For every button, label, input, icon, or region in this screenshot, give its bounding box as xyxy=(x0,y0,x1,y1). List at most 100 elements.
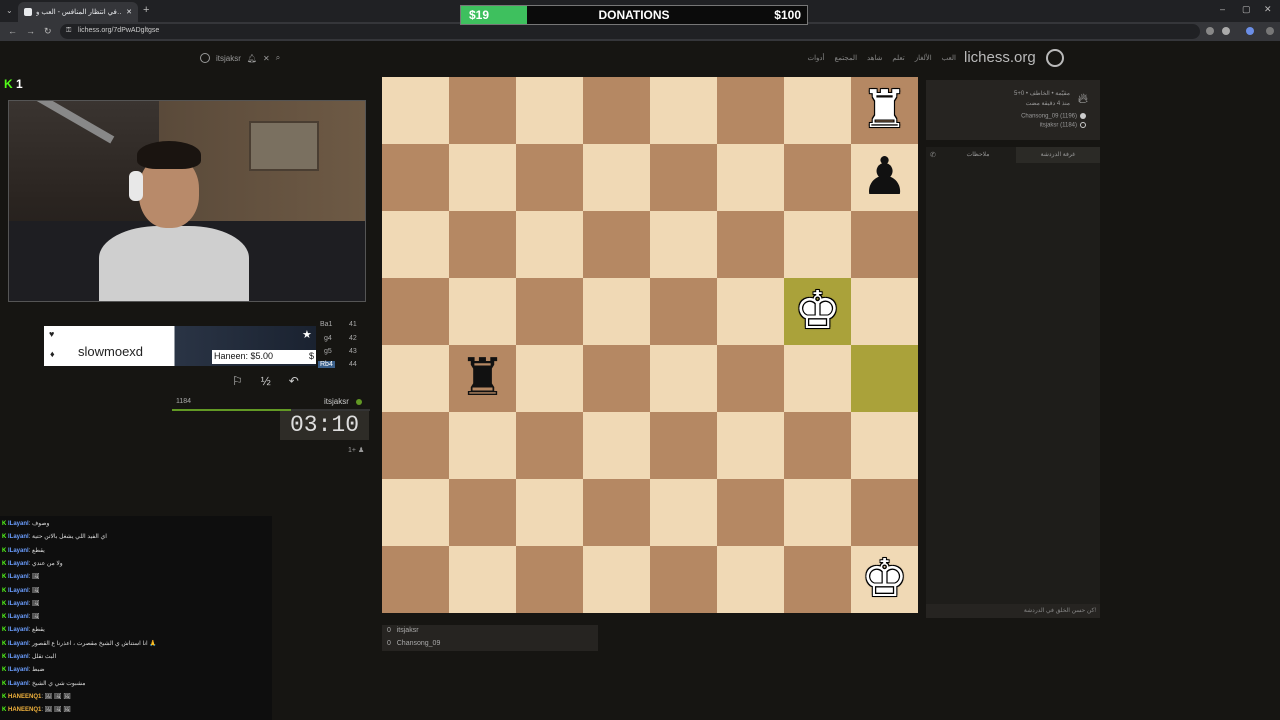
player-name[interactable]: Chansong_09 xyxy=(397,640,441,647)
board-square[interactable] xyxy=(851,278,918,345)
black-player-name[interactable]: itsjaksr (1184) xyxy=(1040,123,1077,129)
board-square[interactable] xyxy=(382,479,449,546)
tab-list-chevron-icon[interactable]: ⌄ xyxy=(6,6,13,15)
chat-input[interactable]: كن حسن الخلق في الدردشة! xyxy=(926,604,1100,618)
board-square[interactable] xyxy=(449,412,516,479)
board-square[interactable] xyxy=(851,211,918,278)
url-input[interactable]: ⚿ lichess.org/7dPwADgltgse xyxy=(60,24,1200,39)
nav-puzzles[interactable]: الألغاز xyxy=(915,54,932,62)
browser-tab[interactable]: في انتظار المنافس - العب و… ✕ xyxy=(18,2,138,22)
board-square[interactable] xyxy=(784,77,851,144)
close-window-icon[interactable]: ✕ xyxy=(1264,4,1272,15)
offer-draw-button[interactable]: ½ xyxy=(261,374,271,388)
profile-avatar-icon[interactable] xyxy=(1246,27,1254,35)
chat-username[interactable]: lLayanl xyxy=(8,667,29,673)
board-square[interactable] xyxy=(382,77,449,144)
chat-username[interactable]: lLayanl xyxy=(8,681,29,687)
board-square[interactable] xyxy=(516,479,583,546)
chess-piece-white[interactable]: ♜ xyxy=(851,77,918,144)
move-san-active[interactable]: Rb4 xyxy=(318,361,335,368)
back-icon[interactable]: ← xyxy=(8,26,17,36)
board-square[interactable] xyxy=(449,144,516,211)
board-square[interactable] xyxy=(717,412,784,479)
chat-username[interactable]: lLayanl xyxy=(8,601,29,607)
chat-username[interactable]: lLayanl xyxy=(8,627,29,633)
board-square[interactable] xyxy=(784,412,851,479)
board-square[interactable] xyxy=(784,546,851,613)
board-square[interactable] xyxy=(449,211,516,278)
board-square[interactable] xyxy=(717,546,784,613)
board-square[interactable] xyxy=(583,77,650,144)
move-san[interactable]: g4 xyxy=(324,335,332,342)
new-tab-icon[interactable]: + xyxy=(143,4,149,16)
board-square[interactable] xyxy=(650,211,717,278)
board-square[interactable] xyxy=(784,144,851,211)
board-square[interactable] xyxy=(583,278,650,345)
board-square[interactable] xyxy=(784,345,851,412)
board-square[interactable] xyxy=(583,211,650,278)
board-square[interactable] xyxy=(449,546,516,613)
reload-icon[interactable]: ↻ xyxy=(44,26,52,37)
lichess-logo[interactable]: lichess.org xyxy=(964,49,1036,66)
tab-notes[interactable]: ملاحظات xyxy=(940,147,1016,163)
board-square[interactable] xyxy=(784,479,851,546)
nav-learn[interactable]: تعلم xyxy=(892,54,904,62)
chess-piece-white[interactable]: ♚ xyxy=(784,278,851,345)
board-square[interactable] xyxy=(583,546,650,613)
menu-icon[interactable] xyxy=(1266,27,1274,35)
board-square[interactable] xyxy=(717,77,784,144)
board-square[interactable] xyxy=(449,479,516,546)
board-square[interactable] xyxy=(382,546,449,613)
board-square[interactable] xyxy=(516,77,583,144)
board-square[interactable] xyxy=(717,211,784,278)
site-info-icon[interactable]: ⚿ xyxy=(66,27,71,35)
close-icon[interactable]: ✕ xyxy=(263,54,270,63)
nav-play[interactable]: العب xyxy=(942,54,956,62)
move-san[interactable]: g5 xyxy=(324,348,332,355)
board-square[interactable] xyxy=(516,546,583,613)
board-square[interactable] xyxy=(449,278,516,345)
board-square[interactable] xyxy=(583,412,650,479)
phone-icon[interactable]: ✆ xyxy=(930,151,936,159)
nav-community[interactable]: المجتمع xyxy=(834,54,857,62)
tab-chat-room[interactable]: غرفة الدردشة xyxy=(1016,147,1100,163)
board-square[interactable] xyxy=(650,479,717,546)
board-square[interactable] xyxy=(516,278,583,345)
board-square[interactable] xyxy=(851,412,918,479)
board-square[interactable] xyxy=(650,278,717,345)
chess-board[interactable]: ♜ ♟ ♚ ♜ ♚ xyxy=(382,77,918,613)
board-square[interactable] xyxy=(382,211,449,278)
board-square[interactable] xyxy=(516,345,583,412)
board-square[interactable] xyxy=(382,412,449,479)
board-square[interactable] xyxy=(784,211,851,278)
user-icon[interactable] xyxy=(200,53,210,63)
chat-username[interactable]: lLayanl xyxy=(8,654,29,660)
chess-piece-white[interactable]: ♚ xyxy=(851,546,918,613)
chat-username[interactable]: lLayanl xyxy=(8,521,29,527)
board-square[interactable] xyxy=(717,345,784,412)
chess-piece-black[interactable]: ♜ xyxy=(449,345,516,412)
tab-close-icon[interactable]: ✕ xyxy=(126,8,132,16)
board-square[interactable] xyxy=(516,412,583,479)
chat-username[interactable]: lLayanl xyxy=(8,561,29,567)
board-square[interactable] xyxy=(717,479,784,546)
minimize-icon[interactable]: – xyxy=(1220,4,1225,14)
board-square[interactable] xyxy=(717,144,784,211)
resign-flag-icon[interactable]: ⚐ xyxy=(232,374,243,388)
chat-username[interactable]: lLayanl xyxy=(8,614,29,620)
chat-username[interactable]: HANEENQ1 xyxy=(8,694,41,700)
nav-tools[interactable]: أدوات xyxy=(808,54,825,62)
chat-username[interactable]: lLayanl xyxy=(8,548,29,554)
white-player-name[interactable]: Chansong_09 (1196) xyxy=(1021,114,1077,120)
board-square[interactable] xyxy=(382,345,449,412)
maximize-icon[interactable]: ▢ xyxy=(1242,4,1251,15)
board-square[interactable] xyxy=(650,546,717,613)
board-square[interactable] xyxy=(449,77,516,144)
board-square[interactable] xyxy=(650,144,717,211)
board-square[interactable] xyxy=(382,278,449,345)
board-square[interactable] xyxy=(583,479,650,546)
board-square[interactable] xyxy=(851,345,918,412)
move-san[interactable]: Ba1 xyxy=(320,321,332,328)
board-square[interactable] xyxy=(650,412,717,479)
notifications-icon[interactable]: 🔔︎ xyxy=(247,54,257,63)
